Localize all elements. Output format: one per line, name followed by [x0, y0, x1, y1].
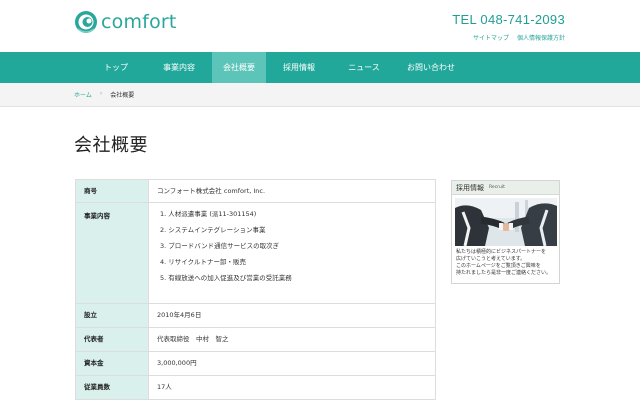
- row-value-representative: 代表取締役 中村 智之: [148, 327, 436, 352]
- company-info-table: 商号 コンフォート株式会社 comfort, Inc. 事業内容 1. 人材派遣…: [75, 179, 436, 400]
- nav-item-top[interactable]: トップ: [86, 52, 146, 83]
- table-row: 設立 2010年4月6日: [75, 303, 436, 328]
- banner-text-line: 広げていこうと考えています。: [456, 256, 526, 262]
- row-value-employees: 17人: [148, 375, 436, 400]
- handshake-photo: [455, 198, 557, 246]
- sitemap-link[interactable]: サイトマップ: [473, 33, 509, 42]
- recruit-banner-header: 採用情報 Recruit: [452, 181, 559, 195]
- breadcrumb: ホーム › 会社概要: [74, 90, 134, 99]
- main-nav: トップ 事業内容 会社概要 採用情報 ニュース お問い合わせ: [0, 52, 640, 83]
- list-item: 1. 人材派遣事業 (派11-301154): [160, 210, 257, 218]
- row-value-name: コンフォート株式会社 comfort, Inc.: [148, 179, 436, 203]
- site-header: comfort TEL 048-741-2093 サイトマップ 個人情報保護方針: [0, 0, 640, 52]
- row-value-founded: 2010年4月6日: [148, 303, 436, 328]
- breadcrumb-current: 会社概要: [110, 92, 135, 99]
- row-value-business: 1. 人材派遣事業 (派11-301154) 2. システムインテグレーション事…: [148, 202, 436, 304]
- table-row: 商号 コンフォート株式会社 comfort, Inc.: [75, 179, 436, 203]
- list-item: 2. システムインテグレーション事業: [160, 226, 266, 234]
- table-row: 事業内容 1. 人材派遣事業 (派11-301154) 2. システムインテグレ…: [75, 202, 436, 304]
- list-item: 4. リサイクルトナー卸・販売: [160, 258, 246, 266]
- breadcrumb-home[interactable]: ホーム: [74, 90, 92, 99]
- nav-item-recruit[interactable]: 採用情報: [266, 52, 332, 83]
- row-label-employees: 従業員数: [75, 375, 149, 400]
- page-title: 会社概要: [74, 135, 148, 156]
- banner-text-line: 持たれましたら是非一度ご連絡ください。: [456, 270, 552, 276]
- logo-icon: [74, 10, 98, 34]
- breadcrumb-bar: ホーム › 会社概要: [0, 83, 640, 107]
- row-label-business: 事業内容: [75, 202, 149, 304]
- row-label-name: 商号: [75, 179, 149, 203]
- row-label-capital: 資本金: [75, 351, 149, 376]
- logo-text: comfort: [101, 11, 177, 33]
- phone-number: TEL 048-741-2093: [452, 12, 565, 27]
- recruit-banner-subtitle: Recruit: [489, 185, 505, 190]
- nav-item-business[interactable]: 事業内容: [146, 52, 212, 83]
- banner-text-line: このホームページをご覧頂きご興味を: [456, 263, 541, 269]
- banner-text-line: 私たちは積極的にビジネスパートナーを: [456, 249, 547, 255]
- table-row: 資本金 3,000,000円: [75, 351, 436, 376]
- table-row: 代表者 代表取締役 中村 智之: [75, 327, 436, 352]
- row-label-founded: 設立: [75, 303, 149, 328]
- nav-item-contact[interactable]: お問い合わせ: [396, 52, 466, 83]
- list-item: 3. ブロードバンド通信サービスの取次ぎ: [160, 242, 280, 250]
- row-label-representative: 代表者: [75, 327, 149, 352]
- nav-item-company[interactable]: 会社概要: [212, 52, 266, 83]
- nav-item-news[interactable]: ニュース: [332, 52, 396, 83]
- list-item: 5. 有線放送への加入促進及び営業の受託業務: [160, 274, 292, 282]
- recruit-banner[interactable]: 採用情報 Recruit 私たちは積極的にビジネスパートナーを 広げていこうと考…: [451, 180, 560, 284]
- recruit-banner-title: 採用情報: [456, 183, 484, 192]
- business-list: 1. 人材派遣事業 (派11-301154) 2. システムインテグレーション事…: [157, 209, 435, 289]
- site-logo[interactable]: comfort: [74, 10, 177, 34]
- privacy-policy-link[interactable]: 個人情報保護方針: [517, 33, 565, 42]
- header-sublinks: サイトマップ 個人情報保護方針: [473, 33, 565, 42]
- row-value-capital: 3,000,000円: [148, 351, 436, 376]
- breadcrumb-separator: ›: [99, 90, 103, 97]
- recruit-banner-text: 私たちは積極的にビジネスパートナーを 広げていこうと考えています。 このホームペ…: [456, 249, 558, 277]
- table-row: 従業員数 17人: [75, 375, 436, 400]
